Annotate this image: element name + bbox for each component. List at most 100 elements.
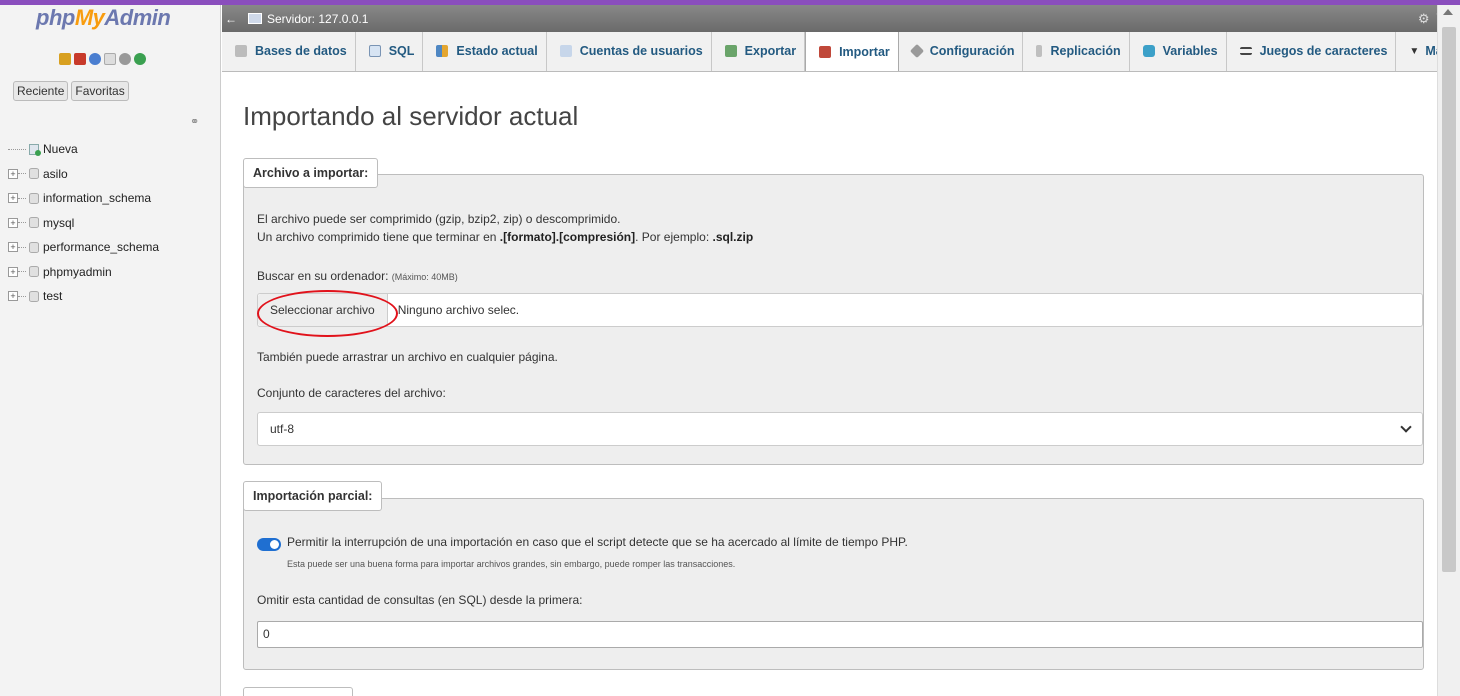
max-size-note: (Máximo: 40MB)	[391, 272, 458, 282]
main-tab-bar: Bases de datos SQL Estado actual Cuentas…	[222, 32, 1437, 72]
export-icon	[724, 45, 737, 57]
tree-item-label: asilo	[43, 166, 68, 181]
database-icon	[29, 217, 39, 229]
tree-item-label: information_schema	[43, 191, 152, 206]
tab-sql[interactable]: SQL	[356, 32, 424, 71]
help-icon[interactable]	[89, 53, 101, 65]
tab-label: Importar	[839, 45, 890, 59]
file-picker: Seleccionar archivo Ninguno archivo sele…	[257, 293, 1423, 327]
tab-label: Bases de datos	[255, 44, 347, 58]
nav-tab-recent[interactable]: Reciente	[13, 81, 69, 101]
next-section-legend	[243, 687, 353, 696]
new-database-icon	[29, 143, 41, 156]
tab-user-accounts[interactable]: Cuentas de usuarios	[547, 32, 712, 71]
tab-label: Configuración	[929, 44, 1015, 58]
server-icon	[248, 13, 262, 24]
nav-tabs: Reciente Favoritas	[13, 81, 129, 101]
file-import-fieldset: El archivo puede ser comprimido (gzip, b…	[243, 174, 1424, 465]
annotation-ellipse	[257, 290, 398, 337]
tab-label: Exportar	[744, 44, 797, 58]
compression-example-text: Un archivo comprimido tiene que terminar…	[257, 230, 500, 244]
database-icon	[29, 168, 39, 180]
tab-variables[interactable]: Variables	[1130, 32, 1227, 71]
tree-connector	[18, 222, 26, 224]
interrupt-hint: Esta puede ser una buena forma para impo…	[287, 559, 736, 569]
tree-item-db[interactable]: + asilo	[8, 162, 159, 187]
expand-icon[interactable]: +	[8, 291, 18, 302]
server-breadcrumb-bar: ← Servidor: 127.0.0.1 ⚙ ⊼	[222, 5, 1445, 32]
tree-item-db[interactable]: + information_schema	[8, 186, 159, 211]
settings-gear-icon[interactable]: ⚙	[1418, 11, 1430, 27]
tab-export[interactable]: Exportar	[712, 32, 806, 71]
tree-connector	[18, 271, 26, 273]
tree-item-db[interactable]: + performance_schema	[8, 235, 159, 260]
database-icon	[29, 266, 39, 278]
tree-item-db[interactable]: + mysql	[8, 211, 159, 236]
main-content: Importando al servidor actual El archivo…	[222, 72, 1437, 696]
tree-item-label: performance_schema	[43, 240, 160, 255]
tab-status[interactable]: Estado actual	[423, 32, 547, 71]
tree-item-db[interactable]: + phpmyadmin	[8, 260, 159, 285]
database-tree: Nueva + asilo + information_schema + mys…	[8, 137, 159, 309]
tab-more[interactable]: ▼ Más	[1396, 32, 1437, 71]
interrupt-toggle[interactable]	[257, 538, 281, 551]
navigation-panel: phpMyAdmin Reciente Favoritas ⚭ Nueva + …	[0, 5, 221, 696]
status-chart-icon	[436, 45, 449, 57]
users-icon	[559, 45, 572, 57]
partial-import-fieldset: Permitir la interrupción de una importac…	[243, 498, 1424, 670]
compression-description: El archivo puede ser comprimido (gzip, b…	[257, 212, 621, 226]
expand-icon[interactable]: +	[8, 168, 18, 179]
link-icon[interactable]: ⚭	[190, 115, 199, 128]
docs-icon[interactable]	[104, 53, 116, 65]
settings-icon[interactable]	[119, 53, 131, 65]
charset-selected-value: utf-8	[270, 422, 295, 436]
compression-example-text: . Por ejemplo:	[635, 230, 713, 244]
expand-icon[interactable]: +	[8, 266, 18, 277]
tree-item-db[interactable]: + test	[8, 284, 159, 309]
tree-connector	[18, 246, 26, 248]
file-status: Ninguno archivo selec.	[397, 303, 520, 317]
import-icon	[819, 46, 832, 58]
expand-icon[interactable]: +	[8, 217, 18, 228]
home-icon[interactable]	[59, 53, 71, 65]
nav-tab-favorites[interactable]: Favoritas	[71, 81, 129, 101]
tab-replication[interactable]: Replicación	[1023, 32, 1130, 71]
phpmyadmin-logo[interactable]: phpMyAdmin	[36, 5, 171, 31]
database-icon	[235, 45, 247, 57]
chevron-down-icon	[1400, 421, 1412, 433]
server-breadcrumb[interactable]: Servidor: 127.0.0.1	[267, 12, 368, 26]
tab-settings[interactable]: Configuración	[899, 32, 1024, 71]
tree-item-label: Nueva	[43, 142, 78, 157]
database-icon	[29, 241, 39, 253]
expand-icon[interactable]: +	[8, 242, 18, 253]
tab-label: Juegos de caracteres	[1259, 44, 1388, 58]
partial-import-legend: Importación parcial:	[243, 481, 383, 511]
charset-select[interactable]: utf-8	[257, 412, 1423, 446]
tree-item-label: phpmyadmin	[43, 264, 112, 279]
file-import-legend: Archivo a importar:	[243, 158, 379, 188]
tab-charsets[interactable]: Juegos de caracteres	[1227, 32, 1397, 71]
tree-item-label: mysql	[43, 215, 75, 230]
charset-label: Conjunto de caracteres del archivo:	[257, 386, 446, 400]
scroll-thumb[interactable]	[1442, 27, 1456, 572]
caret-down-icon: ▼	[1409, 45, 1420, 57]
compression-example: Un archivo comprimido tiene que terminar…	[257, 230, 753, 244]
skip-queries-label: Omitir esta cantidad de consultas (en SQ…	[257, 593, 583, 607]
tree-item-new[interactable]: Nueva	[8, 137, 159, 162]
browse-label: Buscar en su ordenador: (Máximo: 40MB)	[257, 269, 458, 283]
skip-queries-input[interactable]: 0	[257, 621, 1423, 648]
collapse-nav-icon[interactable]: ←	[224, 12, 238, 26]
expand-icon[interactable]: +	[8, 193, 18, 204]
tab-databases[interactable]: Bases de datos	[222, 32, 356, 71]
tab-import[interactable]: Importar	[805, 32, 899, 71]
reload-icon[interactable]	[134, 53, 146, 65]
logout-icon[interactable]	[74, 53, 86, 65]
tab-label: Variables	[1162, 44, 1218, 58]
scroll-up-arrow-icon[interactable]	[1443, 9, 1453, 15]
sql-icon	[368, 45, 381, 57]
tab-label: SQL	[388, 44, 415, 58]
format-pattern: .[formato].[compresión]	[499, 230, 636, 244]
tree-item-label: test	[43, 289, 63, 304]
example-extension: .sql.zip	[712, 230, 754, 244]
vertical-scrollbar[interactable]	[1437, 5, 1460, 696]
